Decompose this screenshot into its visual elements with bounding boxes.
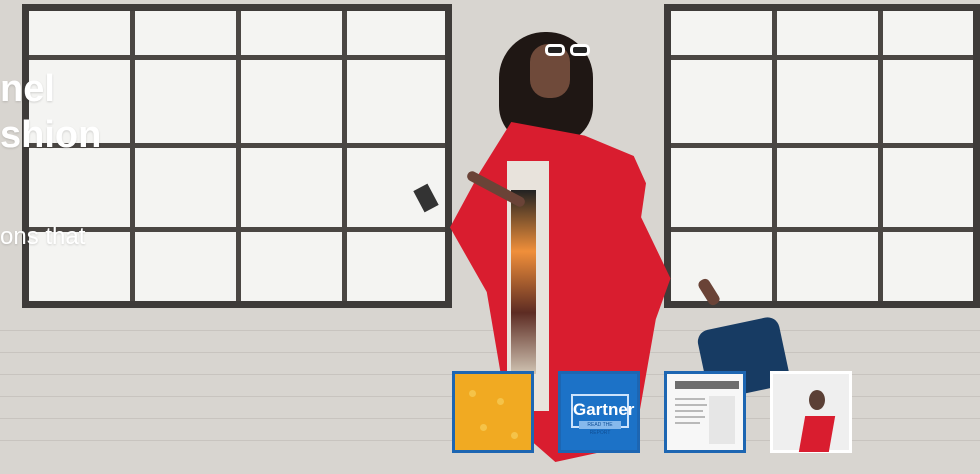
hand-right <box>696 276 722 308</box>
thumbnail-person[interactable] <box>770 371 852 453</box>
thumbnail-document[interactable] <box>664 371 746 453</box>
document-line <box>675 416 705 418</box>
document-line <box>675 398 705 400</box>
mini-head <box>809 390 825 410</box>
sunglasses <box>545 42 597 60</box>
window-divider <box>29 55 445 60</box>
hero-subtext: ons that <box>0 223 86 250</box>
mini-person <box>796 382 836 456</box>
document-line <box>675 422 700 424</box>
window-divider <box>29 227 445 232</box>
headline-line-1: nel <box>0 68 55 110</box>
hero-banner: nel shion ons that Gartner READ THE REPO… <box>0 0 980 474</box>
phone <box>413 183 439 213</box>
document-line <box>675 404 707 406</box>
pattern-dot <box>480 424 487 431</box>
pattern-dot <box>469 390 476 397</box>
pattern-dot <box>511 432 518 439</box>
mini-coat <box>798 416 836 452</box>
pattern-dot <box>497 398 504 405</box>
document-line <box>675 410 703 412</box>
gartner-logo-box: Gartner READ THE REPORT <box>571 394 635 436</box>
gartner-logo-text: Gartner <box>573 400 635 419</box>
dress-print <box>511 190 536 374</box>
headline-line-2: shion <box>0 114 102 156</box>
document-header <box>675 381 739 389</box>
document-column <box>709 396 735 444</box>
thumbnail-gartner-report[interactable]: Gartner READ THE REPORT <box>558 371 640 453</box>
gartner-logo-subtext: READ THE REPORT <box>579 421 621 436</box>
thumbnail-pattern[interactable] <box>452 371 534 453</box>
